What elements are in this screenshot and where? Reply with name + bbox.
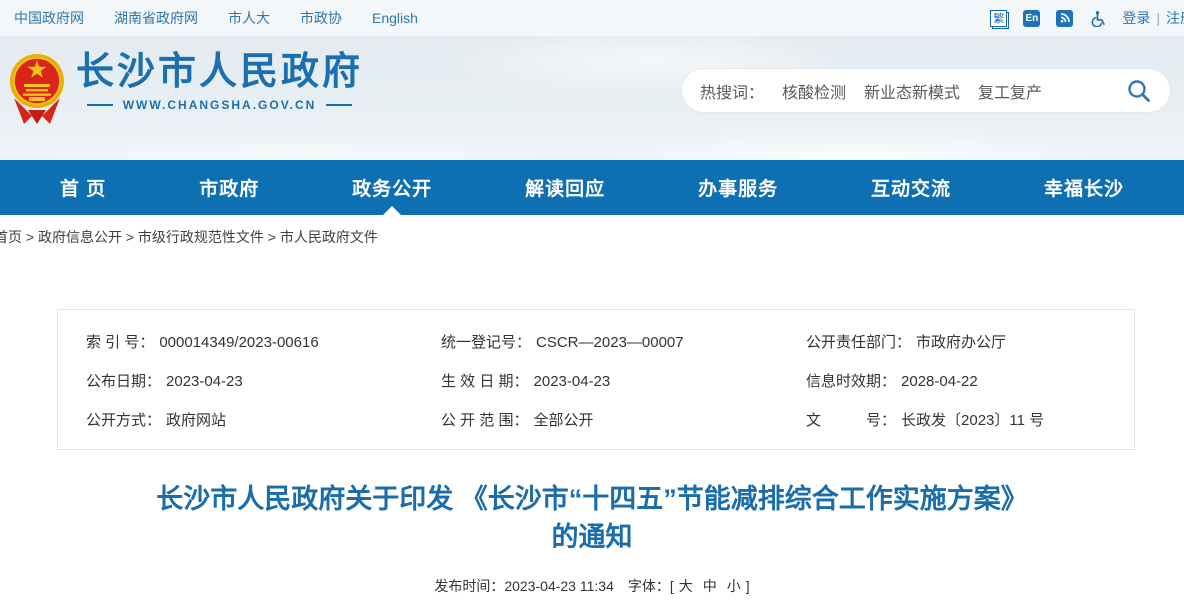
site-header: 长沙市人民政府 WWW.CHANGSHA.GOV.CN 热搜词： 核酸检测 新业… (0, 36, 1184, 160)
site-title: 长沙市人民政府 (76, 50, 363, 94)
url-dash-right (326, 104, 352, 106)
nav-gov-info[interactable]: 政务公开 (352, 160, 432, 215)
search-icon (1126, 78, 1152, 104)
meta-index-number: 索 引 号：000014349/2023-00616 (86, 331, 441, 352)
login-link[interactable]: 登录 (1122, 8, 1150, 28)
search-input[interactable]: 热搜词： 核酸检测 新业态新模式 复工复产 (681, 68, 1171, 113)
meta-publish-date: 公布日期：2023-04-23 (86, 370, 441, 391)
publish-time: 2023-04-23 11:34 (504, 578, 614, 594)
publish-info: 发布时间：2023-04-23 11:34 字体：[ 大中小] (0, 576, 1184, 596)
nav-interaction[interactable]: 互动交流 (871, 160, 951, 215)
bracket-close: ] (746, 578, 750, 594)
font-size-small[interactable]: 小 (727, 578, 741, 594)
rss-icon[interactable] (1056, 10, 1073, 27)
nav-city-gov[interactable]: 市政府 (199, 160, 259, 215)
active-nav-indicator (383, 206, 401, 215)
link-city-npc[interactable]: 市人大 (228, 8, 270, 28)
meta-responsible-department: 公开责任部门：市政府办公厅 (806, 331, 1134, 352)
meta-row-2: 公布日期：2023-04-23 生 效 日 期：2023-04-23 信息时效期… (58, 361, 1134, 400)
link-city-cppcc[interactable]: 市政协 (300, 8, 342, 28)
link-hunan-gov[interactable]: 湖南省政府网 (114, 8, 198, 28)
main-nav: 首 页 市政府 政务公开 解读回应 办事服务 互动交流 幸福长沙 (0, 160, 1184, 215)
nav-services[interactable]: 办事服务 (698, 160, 778, 215)
hot-words-label: 热搜词： (700, 79, 764, 103)
link-english[interactable]: English (372, 10, 418, 26)
link-china-gov[interactable]: 中国政府网 (14, 8, 84, 28)
meta-row-1: 索 引 号：000014349/2023-00616 统一登记号：CSCR—20… (58, 322, 1134, 361)
doc-meta-box: 索 引 号：000014349/2023-00616 统一登记号：CSCR—20… (57, 309, 1135, 450)
register-link[interactable]: 注册 (1166, 8, 1184, 28)
meta-row-3: 公开方式：政府网站 公 开 范 围：全部公开 文 号：长政发〔2023〕11 号 (58, 400, 1134, 439)
font-size-medium[interactable]: 中 (703, 578, 717, 594)
meta-registration-number: 统一登记号：CSCR—2023—00007 (441, 331, 806, 352)
search-button[interactable] (1126, 78, 1152, 104)
top-right-tools: 繁 En 登录 | 注册 (990, 0, 1184, 36)
url-dash-left (87, 104, 113, 106)
meta-open-scope: 公 开 范 围：全部公开 (441, 409, 806, 430)
site-brand[interactable]: 长沙市人民政府 WWW.CHANGSHA.GOV.CN (8, 50, 363, 128)
font-size-large[interactable]: 大 (679, 578, 693, 594)
meta-validity-period: 信息时效期：2028-04-22 (806, 370, 1134, 391)
top-utility-bar: 中国政府网 湖南省政府网 市人大 市政协 English 繁 En 登录 | 注… (0, 0, 1184, 36)
site-url: WWW.CHANGSHA.GOV.CN (76, 98, 363, 112)
hot-word-2[interactable]: 新业态新模式 (864, 79, 960, 103)
top-links: 中国政府网 湖南省政府网 市人大 市政协 English (14, 8, 418, 28)
breadcrumb-bar: 首页 > 政府信息公开 > 市级行政规范性文件 > 市人民政府文件 (0, 215, 1184, 259)
national-emblem-icon (8, 50, 66, 128)
breadcrumb[interactable]: 首页 > 政府信息公开 > 市级行政规范性文件 > 市人民政府文件 (0, 227, 378, 247)
hot-word-1[interactable]: 核酸检测 (782, 79, 846, 103)
meta-effective-date: 生 效 日 期：2023-04-23 (441, 370, 806, 391)
traditional-chinese-icon[interactable]: 繁 (990, 10, 1007, 27)
meta-doc-number: 文 号：长政发〔2023〕11 号 (806, 409, 1134, 430)
login-separator: | (1156, 10, 1160, 26)
accessibility-icon[interactable] (1089, 10, 1106, 27)
page-title: 长沙市人民政府关于印发 《长沙市“十四五”节能减排综合工作实施方案》 的通知 (0, 480, 1184, 556)
nav-happy-changsha[interactable]: 幸福长沙 (1044, 160, 1124, 215)
bracket-open: [ (670, 578, 674, 594)
publish-time-label: 发布时间： (434, 578, 504, 594)
english-version-icon[interactable]: En (1023, 10, 1040, 27)
nav-home[interactable]: 首 页 (60, 160, 106, 215)
meta-open-method: 公开方式：政府网站 (86, 409, 441, 430)
hot-word-3[interactable]: 复工复产 (978, 79, 1042, 103)
nav-interpretation[interactable]: 解读回应 (525, 160, 605, 215)
page: 中国政府网 湖南省政府网 市人大 市政协 English 繁 En 登录 | 注… (0, 0, 1184, 606)
font-size-label: 字体： (628, 578, 670, 594)
